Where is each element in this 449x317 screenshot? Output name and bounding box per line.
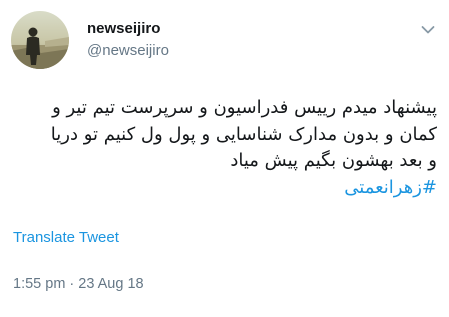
tweet-text-line: و بعد بهشون بگیم پیش میاد	[230, 150, 437, 171]
tweet-menu-button[interactable]	[421, 22, 435, 34]
tweet-text-line: کمان و بدون مدارک شناسایی و پول ول کنیم …	[50, 123, 437, 145]
tweet-timestamp[interactable]: 1:55 pm · 23 Aug 18	[13, 276, 144, 292]
user-handle[interactable]: @newseijiro	[87, 42, 169, 59]
chevron-down-icon	[421, 26, 435, 34]
avatar[interactable]	[11, 11, 69, 69]
tweet-text: پیشنهاد میدم رییس فدراسیون و سرپرست تیم …	[10, 95, 437, 201]
tweet-text-line: پیشنهاد میدم رییس فدراسیون و سرپرست تیم …	[52, 97, 437, 118]
hashtag-link[interactable]: #زهرانعمتی	[10, 175, 437, 202]
display-name[interactable]: newseijiro	[87, 20, 160, 37]
profile-photo-icon	[11, 11, 69, 69]
translate-tweet-link[interactable]: Translate Tweet	[13, 229, 119, 246]
